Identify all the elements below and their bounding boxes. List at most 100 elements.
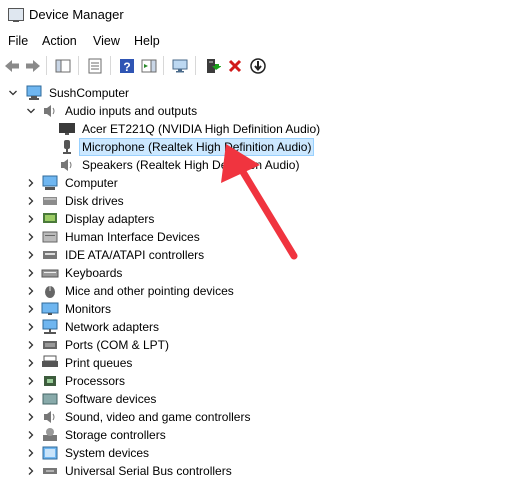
disk-drive-icon (43, 197, 57, 205)
chevron-right-icon[interactable] (26, 250, 36, 260)
category-label: IDE ATA/ATAPI controllers (65, 248, 205, 262)
scan-hardware-changes-icon[interactable] (171, 57, 189, 75)
storage-controller-icon (43, 428, 57, 441)
category-label: Ports (COM & LPT) (65, 338, 170, 352)
chevron-right-icon[interactable] (26, 466, 36, 476)
disable-device-icon[interactable] (249, 57, 267, 75)
usb-controller-icon (43, 468, 57, 474)
keyboard-icon (41, 269, 59, 278)
system-device-icon (42, 446, 58, 460)
tree-device-item[interactable]: Speakers (Realtek High Definition Audio) (58, 156, 301, 174)
chevron-right-icon[interactable] (26, 196, 36, 206)
category-label: Software devices (65, 392, 157, 406)
chevron-down-icon[interactable] (26, 106, 36, 116)
speaker-icon (61, 159, 72, 171)
tree-device-item[interactable]: Acer ET221Q (NVIDIA High Definition Audi… (58, 120, 322, 138)
category-label: Disk drives (65, 194, 124, 208)
category-label: Processors (65, 374, 126, 388)
back-icon[interactable] (3, 57, 21, 75)
tree-category-item[interactable]: Monitors (26, 300, 113, 318)
tree-category-item[interactable]: Keyboards (26, 264, 124, 282)
menu-view[interactable]: View (93, 34, 120, 48)
action-pane-icon[interactable] (140, 57, 158, 75)
tree-category-item[interactable]: Ports (COM & LPT) (26, 336, 171, 354)
update-driver-icon[interactable] (203, 57, 221, 75)
tree-category-item[interactable]: Disk drives (26, 192, 126, 210)
menu-file[interactable]: File (8, 34, 28, 48)
tree-audio-group-label: Audio inputs and outputs (65, 104, 198, 118)
category-label: Print queues (65, 356, 133, 370)
title-bar: Device Manager (0, 0, 521, 30)
forward-icon[interactable] (24, 57, 42, 75)
category-label: Computer (65, 176, 118, 190)
chevron-right-icon[interactable] (26, 322, 36, 332)
show-hide-console-tree-icon[interactable] (54, 57, 72, 75)
tree-category-item[interactable]: Storage controllers (26, 426, 168, 444)
speaker-icon (44, 105, 55, 117)
port-icon (43, 341, 57, 349)
tree-audio-group[interactable]: Audio inputs and outputs (26, 102, 199, 120)
category-label: System devices (65, 446, 150, 460)
window-title: Device Manager (29, 7, 124, 22)
computer-icon (26, 85, 42, 100)
chevron-right-icon[interactable] (26, 358, 36, 368)
chevron-right-icon[interactable] (26, 430, 36, 440)
computer-icon (42, 175, 58, 190)
toolbar: ? (0, 53, 521, 79)
mouse-icon (45, 286, 55, 298)
menu-action[interactable]: Action (42, 34, 77, 48)
properties-icon[interactable] (86, 57, 104, 75)
category-label: Storage controllers (65, 428, 166, 442)
printer-icon (42, 355, 58, 367)
display-adapter-icon (43, 213, 57, 223)
software-device-icon (42, 393, 58, 405)
device-manager-icon (8, 8, 24, 22)
category-label: Keyboards (65, 266, 123, 280)
sound-icon (44, 411, 55, 423)
tree-category-item[interactable]: Processors (26, 372, 127, 390)
tree-category-item[interactable]: Mice and other pointing devices (26, 282, 236, 300)
help-icon[interactable]: ? (118, 57, 136, 75)
chevron-right-icon[interactable] (26, 340, 36, 350)
tree-root[interactable]: SushComputer (8, 84, 131, 102)
microphone-icon (63, 140, 71, 154)
chevron-right-icon[interactable] (26, 448, 36, 458)
uninstall-device-icon[interactable] (226, 57, 244, 75)
tree-category-item[interactable]: Human Interface Devices (26, 228, 202, 246)
category-label: Display adapters (65, 212, 155, 226)
tree-category-item[interactable]: IDE ATA/ATAPI controllers (26, 246, 206, 264)
chevron-right-icon[interactable] (26, 268, 36, 278)
menu-help[interactable]: Help (134, 34, 160, 48)
chevron-right-icon[interactable] (26, 304, 36, 314)
chevron-right-icon[interactable] (26, 286, 36, 296)
human-interface-device-icon (42, 231, 58, 243)
tree-category-item[interactable]: Network adapters (26, 318, 161, 336)
svg-text:?: ? (123, 60, 130, 74)
chevron-right-icon[interactable] (26, 214, 36, 224)
chevron-down-icon[interactable] (8, 88, 18, 98)
tree-category-item[interactable]: Print queues (26, 354, 134, 372)
chevron-right-icon[interactable] (26, 376, 36, 386)
tree-category-item[interactable]: System devices (26, 444, 151, 462)
monitor-icon (41, 302, 59, 315)
chevron-right-icon[interactable] (26, 178, 36, 188)
ide-controller-icon (43, 251, 57, 259)
chevron-right-icon[interactable] (26, 412, 36, 422)
tree-root-label: SushComputer (49, 86, 130, 100)
chevron-right-icon[interactable] (26, 232, 36, 242)
device-label: Acer ET221Q (NVIDIA High Definition Audi… (82, 122, 321, 136)
chevron-right-icon[interactable] (26, 394, 36, 404)
tree-device-item-selected[interactable]: Microphone (Realtek High Definition Audi… (58, 138, 315, 156)
processor-icon (44, 376, 56, 386)
category-label: Network adapters (65, 320, 160, 334)
device-label: Speakers (Realtek High Definition Audio) (82, 158, 300, 172)
tree-category-item[interactable]: Computer (26, 174, 120, 192)
category-label: Sound, video and game controllers (65, 410, 251, 424)
tree-category-item[interactable]: Sound, video and game controllers (26, 408, 252, 426)
tree-category-item[interactable]: Display adapters (26, 210, 156, 228)
tree-category-item[interactable]: Universal Serial Bus controllers (26, 462, 234, 480)
category-label: Human Interface Devices (65, 230, 200, 244)
category-label: Monitors (65, 302, 112, 316)
category-label: Mice and other pointing devices (65, 284, 234, 298)
tree-category-item[interactable]: Software devices (26, 390, 158, 408)
